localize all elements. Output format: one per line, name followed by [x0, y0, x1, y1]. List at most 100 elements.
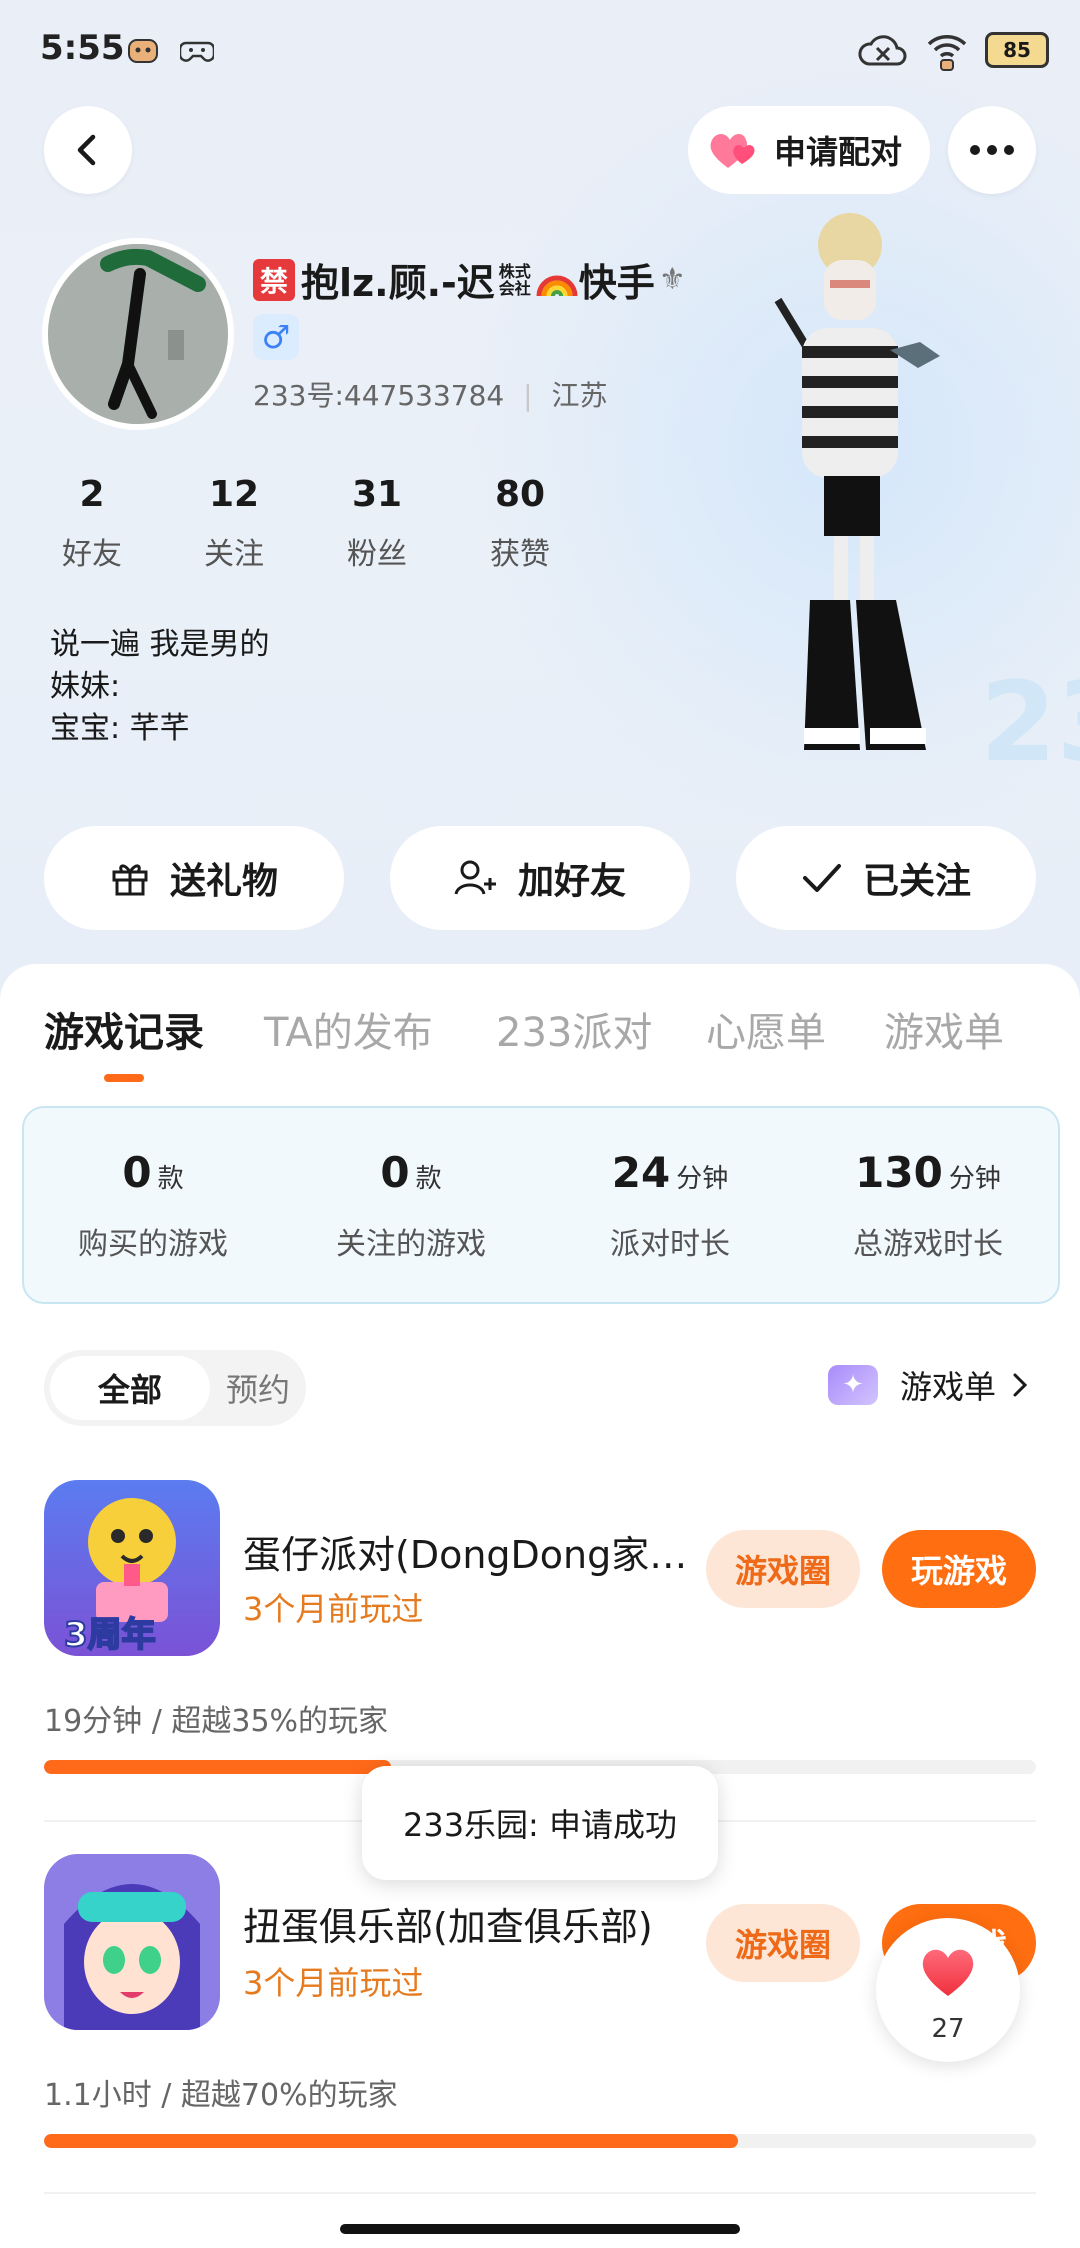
stat-fans-count: 31: [351, 474, 403, 515]
summary-purchased[interactable]: 0款 购买的游戏: [24, 1148, 282, 1263]
summary-party-time[interactable]: 24 分钟 派对时长: [541, 1148, 799, 1263]
summary-label: 购买的游戏: [78, 1227, 228, 1262]
character-model-image[interactable]: 233: [740, 200, 1080, 780]
game-icon-gacha-club[interactable]: [44, 1854, 220, 2030]
play-game-button[interactable]: 玩游戏: [882, 1530, 1036, 1608]
svg-text:233: 233: [980, 658, 1080, 780]
tab-game-records[interactable]: 游戏记录: [44, 1000, 204, 1058]
summary-total-time[interactable]: 130 分钟 总游戏时长: [799, 1148, 1057, 1263]
tab-indicator: [104, 1074, 144, 1082]
game-last-played: 3个月前玩过: [243, 1964, 424, 2002]
summary-unit: 款: [415, 1164, 442, 1194]
game-icon-text: 3周年: [64, 1615, 156, 1655]
game-circle-button[interactable]: 游戏圈: [706, 1904, 860, 1982]
battery-indicator: 85: [985, 32, 1049, 68]
profile-name-suffix: 快手: [578, 261, 655, 305]
bio-line: 妹妹:: [50, 669, 121, 704]
user-region: 江苏: [551, 379, 608, 412]
tab-233-party[interactable]: 233派对: [496, 1000, 652, 1058]
send-gift-label: 送礼物: [169, 861, 278, 902]
uid-region-line: 233号:447533784 | 江苏: [253, 374, 607, 414]
game-progress-fill: [44, 2134, 739, 2148]
profile-name-text: 抱lz.顾.-迟: [301, 261, 495, 305]
bio-line: 宝宝: 芊芊: [50, 711, 190, 746]
add-friend-button[interactable]: 加好友: [390, 826, 690, 930]
summary-unit: 分钟: [948, 1164, 1001, 1194]
profile-bio: 说一遍 我是男的 妹妹: 宝宝: 芊芊: [50, 624, 270, 750]
bio-line: 说一遍 我是男的: [50, 627, 270, 662]
followed-label: 已关注: [862, 861, 971, 902]
status-bar: 5:55 85: [0, 0, 1080, 100]
stat-following-count: 12: [208, 474, 260, 515]
game-list-link[interactable]: ✦ 游戏单: [828, 1362, 1028, 1408]
more-button[interactable]: [948, 106, 1036, 194]
gacha-club-icon: [44, 1854, 220, 2030]
tab-game-list[interactable]: 游戏单: [884, 1000, 1004, 1058]
send-gift-button[interactable]: 送礼物: [44, 826, 344, 930]
status-time: 5:55: [40, 28, 125, 68]
back-button[interactable]: [44, 106, 132, 194]
row-divider: [44, 2192, 1036, 2194]
game-circle-button[interactable]: 游戏圈: [706, 1530, 860, 1608]
avatar-image: [48, 244, 228, 424]
like-count: 27: [931, 2014, 965, 2044]
summary-unit: 款: [157, 1164, 184, 1194]
filter-reserve-tab[interactable]: 预约: [214, 1356, 302, 1420]
user-id: 233号:447533784: [253, 379, 505, 412]
stat-following-label: 关注: [204, 537, 264, 572]
gender-male-icon: ♂: [253, 314, 299, 360]
summary-unit: 分钟: [676, 1164, 729, 1194]
check-icon: [802, 864, 841, 892]
more-dots-icon: [970, 145, 1014, 155]
filter-all-tab[interactable]: 全部: [50, 1356, 210, 1420]
stat-likes[interactable]: 80 获赞: [460, 474, 580, 573]
game-progress-track: [44, 2134, 1036, 2148]
game-playtime-stat: 19分钟 / 超越35%的玩家: [44, 1704, 389, 1739]
game-playtime-stat: 1.1小时 / 超越70%的玩家: [44, 2078, 398, 2113]
followed-button[interactable]: 已关注: [736, 826, 1036, 930]
summary-value: 0: [380, 1148, 410, 1197]
stat-following[interactable]: 12 关注: [174, 474, 294, 573]
floating-like-button[interactable]: 27: [876, 1918, 1020, 2062]
game-summary-card: 0款 购买的游戏 0款 关注的游戏 24 分钟 派对时长 130 分钟 总游戏时长: [22, 1106, 1060, 1304]
chevron-right-icon: [1013, 1373, 1028, 1397]
add-user-icon: [454, 860, 496, 895]
stat-likes-label: 获赞: [490, 537, 550, 572]
notification-app-icon: [126, 30, 160, 70]
eggy-party-icon: 3周年: [44, 1480, 220, 1656]
tab-ta-posts[interactable]: TA的发布: [264, 1000, 433, 1058]
summary-value: 130: [855, 1148, 943, 1197]
rainbow-icon: [536, 275, 578, 296]
game-list-link-label: 游戏单: [900, 1368, 997, 1406]
ban-badge: 禁: [253, 258, 295, 301]
stat-friends-count: 2: [79, 474, 105, 515]
wifi-icon: [925, 30, 969, 71]
stat-friends[interactable]: 2 好友: [32, 474, 152, 573]
stat-fans[interactable]: 31 粉丝: [317, 474, 437, 573]
stat-friends-label: 好友: [62, 537, 122, 572]
pair-request-label: 申请配对: [774, 133, 903, 171]
heart-icon: [922, 1949, 974, 1996]
pair-request-button[interactable]: 申请配对: [688, 106, 930, 194]
profile-name-small-text: 株式会社: [498, 261, 531, 298]
game-title[interactable]: 扭蛋俱乐部(加查俱乐部): [243, 1896, 653, 1951]
game-title[interactable]: 蛋仔派对(DongDong家…: [243, 1524, 687, 1579]
summary-label: 派对时长: [610, 1227, 730, 1262]
game-last-played: 3个月前玩过: [243, 1590, 424, 1628]
game-progress-fill: [44, 1760, 392, 1774]
gift-icon: [112, 864, 148, 896]
sparkle-icon: ✦: [828, 1365, 878, 1405]
summary-value: 24: [611, 1148, 671, 1197]
summary-value: 0: [122, 1148, 152, 1197]
summary-followed[interactable]: 0款 关注的游戏: [282, 1148, 540, 1263]
stat-likes-count: 80: [494, 474, 546, 515]
toast-message: 233乐园: 申请成功: [362, 1766, 718, 1880]
hearts-icon: [710, 134, 755, 168]
back-arrow-icon: [77, 134, 96, 166]
stat-fans-label: 粉丝: [347, 537, 407, 572]
avatar[interactable]: [42, 238, 234, 430]
home-indicator[interactable]: [340, 2224, 740, 2234]
tab-wishlist[interactable]: 心愿单: [706, 1000, 826, 1058]
game-icon-eggy-party[interactable]: 3周年: [44, 1480, 220, 1656]
summary-label: 关注的游戏: [336, 1227, 486, 1262]
